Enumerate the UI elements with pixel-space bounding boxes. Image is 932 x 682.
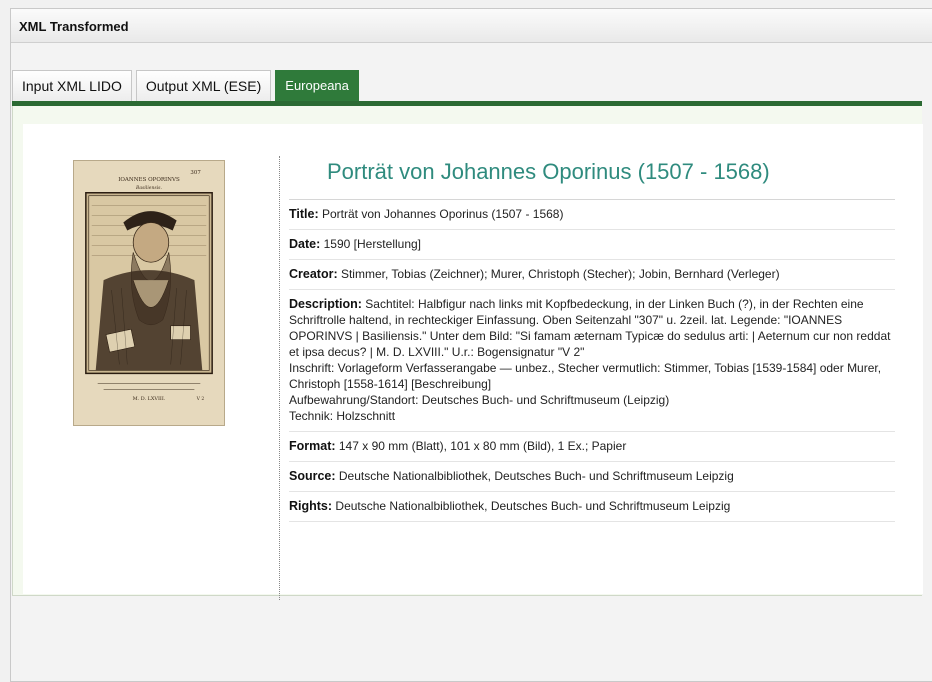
field-description-line1: Sachtitel: Halbfigur nach links mit Kopf… — [289, 297, 891, 359]
image-page-number: 307 — [190, 170, 201, 176]
field-rights-label: Rights: — [289, 499, 333, 513]
field-format: Format: 147 x 90 mm (Blatt), 101 x 80 mm… — [289, 432, 895, 462]
field-description-label: Description: — [289, 297, 362, 311]
field-description-line3: Aufbewahrung/Standort: Deutsches Buch- u… — [289, 393, 670, 407]
column-divider — [279, 156, 280, 600]
field-creator-label: Creator: — [289, 267, 338, 281]
field-source-value: Deutsche Nationalbibliothek, Deutsches B… — [338, 469, 734, 483]
field-title-label: Title: — [289, 207, 319, 221]
field-description-line4: Technik: Holzschnitt — [289, 409, 396, 423]
image-footer-signature: V 2 — [196, 396, 205, 402]
field-rights: Rights: Deutsche Nationalbibliothek, Deu… — [289, 492, 895, 522]
panel-title: XML Transformed — [11, 9, 932, 43]
image-caption-name: IOANNES OPORINVS — [118, 177, 180, 183]
field-date: Date: 1590 [Herstellung] — [289, 230, 895, 260]
field-format-value: 147 x 90 mm (Blatt), 101 x 80 mm (Bild),… — [338, 439, 627, 453]
field-description-line2: Inschrift: Vorlageform Verfasserangabe —… — [289, 361, 882, 391]
record-details: Porträt von Johannes Oporinus (1507 - 15… — [289, 154, 895, 522]
tab-bar: Input XML LIDO Output XML (ESE) European… — [12, 70, 363, 102]
image-caption-sub: Basiliensis. — [135, 185, 162, 191]
tab-europeana[interactable]: Europeana — [275, 70, 359, 102]
field-creator: Creator: Stimmer, Tobias (Zeichner); Mur… — [289, 260, 895, 290]
field-creator-value: Stimmer, Tobias (Zeichner); Murer, Chris… — [340, 267, 780, 281]
field-date-value: 1590 [Herstellung] — [323, 237, 422, 251]
field-format-label: Format: — [289, 439, 336, 453]
tab-output-xml-ese[interactable]: Output XML (ESE) — [135, 70, 272, 102]
field-date-label: Date: — [289, 237, 321, 251]
woodcut-portrait-graphic: 307 IOANNES OPORINVS Basiliensis. M. D. … — [74, 161, 224, 425]
tab-input-xml-lido[interactable]: Input XML LIDO — [12, 70, 132, 102]
portrait-image[interactable]: 307 IOANNES OPORINVS Basiliensis. M. D. … — [73, 160, 225, 426]
field-rights-value: Deutsche Nationalbibliothek, Deutsches B… — [335, 499, 731, 513]
field-source-label: Source: — [289, 469, 336, 483]
record-container: 307 IOANNES OPORINVS Basiliensis. M. D. … — [23, 124, 923, 600]
field-title: Title: Porträt von Johannes Oporinus (15… — [289, 200, 895, 230]
field-title-value: Porträt von Johannes Oporinus (1507 - 15… — [321, 207, 564, 221]
field-description: Description: Sachtitel: Halbfigur nach l… — [289, 290, 895, 432]
field-source: Source: Deutsche Nationalbibliothek, Deu… — [289, 462, 895, 492]
record-heading: Porträt von Johannes Oporinus (1507 - 15… — [327, 159, 770, 184]
image-footer-year: M. D. LXVIII. — [133, 396, 166, 402]
europeana-view: 307 IOANNES OPORINVS Basiliensis. M. D. … — [12, 106, 923, 600]
